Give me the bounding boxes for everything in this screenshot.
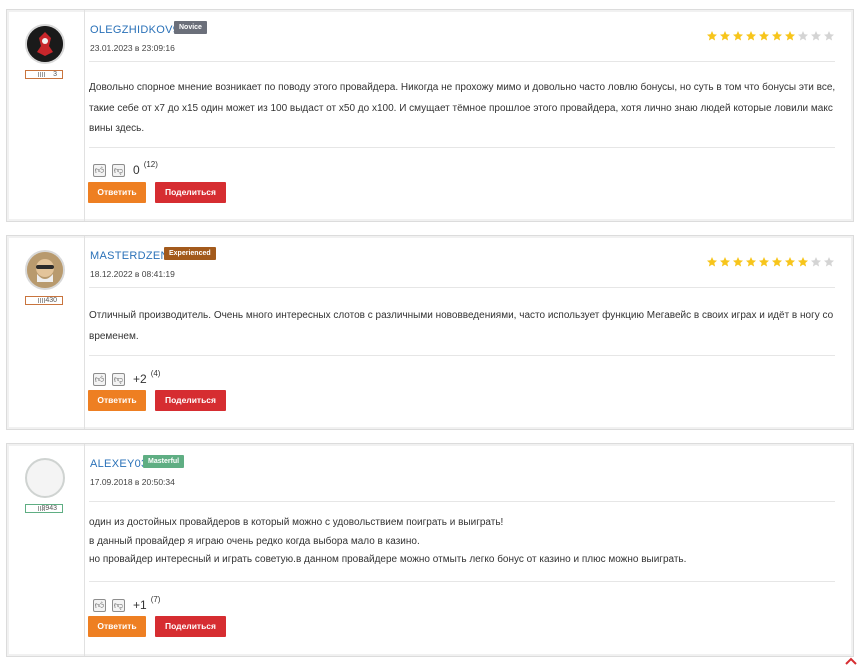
star-filled-icon [746,31,756,41]
vote-total: (4) [150,368,161,378]
star-filled-icon [772,31,782,41]
comment-date: 18.12.2022 в 08:41:19 [90,269,175,279]
scroll-to-top-icon[interactable] [845,657,857,665]
divider [89,61,835,62]
comment-text: Отличный производитель. Очень много инте… [89,310,834,342]
author-column: 2943 [7,444,85,656]
username-link[interactable]: MASTERDZEN [90,250,169,262]
share-button[interactable]: Поделиться [155,390,226,411]
divider [89,581,835,582]
vote-row: 👍︎ 👎︎ 0 (12) [93,159,158,177]
rating-stars [706,30,835,42]
star-filled-icon [759,257,769,267]
avatar[interactable] [25,250,65,290]
bars-icon [38,506,45,511]
vote-row: 👍︎ 👎︎ +2 (4) [93,368,161,386]
avatar-image [27,26,63,62]
avatar[interactable] [25,458,65,498]
star-filled-icon [720,31,730,41]
star-empty-icon [824,31,834,41]
comment-date: 17.09.2018 в 20:50:34 [90,477,175,487]
star-filled-icon [759,31,769,41]
comment-count: 430 [45,297,57,304]
vote-total: (12) [143,159,158,169]
reply-button[interactable]: Ответить [88,182,146,203]
author-column: 3 [7,10,85,221]
star-filled-icon [720,257,730,267]
avatar-image [27,252,63,288]
reply-button[interactable]: Ответить [88,390,146,411]
rank-badge: Experienced [164,247,216,260]
star-empty-icon [811,257,821,267]
divider [89,287,835,288]
divider [89,501,835,502]
star-filled-icon [772,257,782,267]
author-column: 430 [7,236,85,429]
comment-text: один из достойных провайдеров в который … [89,513,839,571]
star-filled-icon [733,257,743,267]
star-empty-icon [824,257,834,267]
comment-count-badge: 430 [25,296,63,305]
reply-button[interactable]: Ответить [88,616,146,637]
vote-score: +2 [133,372,147,386]
comment-count-badge: 2943 [25,504,63,513]
star-filled-icon [798,257,808,267]
comment-card: 430 MASTERDZEN Experienced 18.12.2022 в … [6,235,854,430]
star-filled-icon [785,31,795,41]
star-filled-icon [707,257,717,267]
comment-text: Довольно спорное мнение возникает по пов… [89,82,836,134]
comment-count: 3 [53,71,57,78]
rank-badge: Novice [174,21,207,34]
comment-card: 2943 ALEXEY03 Masterful 17.09.2018 в 20:… [6,443,854,657]
star-empty-icon [811,31,821,41]
comment-card: 3 OLEGZHIDKOV9 Novice 23.01.2023 в 23:09… [6,9,854,222]
username-link[interactable]: ALEXEY03 [90,458,147,470]
thumbs-down-icon[interactable]: 👎︎ [112,598,125,612]
star-filled-icon [733,31,743,41]
comment-line: один из достойных провайдеров в который … [89,517,504,528]
thumbs-down-icon[interactable]: 👎︎ [112,163,125,177]
rating-stars [706,256,835,268]
comment-date: 23.01.2023 в 23:09:16 [90,43,175,53]
username-link[interactable]: OLEGZHIDKOV9 [90,24,179,36]
star-filled-icon [707,31,717,41]
divider [89,147,835,148]
comment-count-badge: 3 [25,70,63,79]
vote-total: (7) [150,594,161,604]
comment-line: но провайдер интересный и играть советую… [89,554,687,565]
star-filled-icon [746,257,756,267]
star-filled-icon [785,257,795,267]
thumbs-down-icon[interactable]: 👎︎ [112,372,125,386]
thumbs-up-icon[interactable]: 👍︎ [93,163,106,177]
rank-badge: Masterful [143,455,185,468]
vote-score: 0 [133,163,140,177]
vote-row: 👍︎ 👎︎ +1 (7) [93,594,161,612]
thumbs-up-icon[interactable]: 👍︎ [93,372,106,386]
vote-score: +1 [133,598,147,612]
share-button[interactable]: Поделиться [155,182,226,203]
star-empty-icon [798,31,808,41]
thumbs-up-icon[interactable]: 👍︎ [93,598,106,612]
comment-line: в данный провайдер я играю очень редко к… [89,535,420,547]
avatar[interactable] [25,24,65,64]
share-button[interactable]: Поделиться [155,616,226,637]
bars-icon [38,72,45,77]
bars-icon [38,298,45,303]
divider [89,355,835,356]
